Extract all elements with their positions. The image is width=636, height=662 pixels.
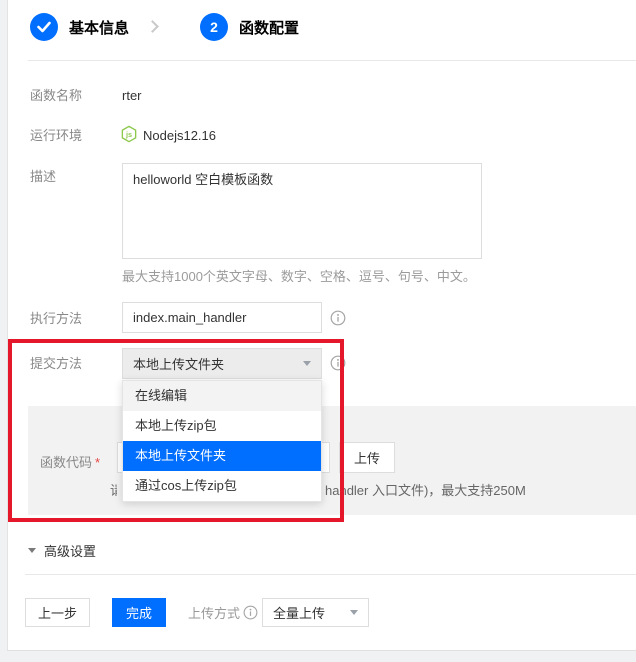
function-code-label: 函数代码*: [40, 455, 100, 471]
upload-mode-select[interactable]: 全量上传: [262, 598, 369, 627]
upload-mode-label: 上传方式: [188, 603, 240, 622]
function-code-section: 函数代码* 上传 请 handler 入口文件)，最大支持250M: [28, 406, 636, 515]
stepper-step-basic-info[interactable]: 基本信息: [30, 13, 129, 41]
code-hint-fragment: 请: [110, 480, 117, 496]
footer-divider: [25, 574, 636, 575]
description-textarea[interactable]: helloworld 空白模板函数: [122, 163, 482, 259]
description-hint: 最大支持1000个英文字母、数字、空格、逗号、句号、中文。: [122, 269, 476, 285]
submit-method-dropdown: 在线编辑 本地上传zip包 本地上传文件夹 通过cos上传zip包: [122, 380, 322, 502]
step2-label: 函数配置: [239, 17, 299, 38]
handler-label: 执行方法: [30, 310, 82, 328]
finish-button[interactable]: 完成: [112, 598, 166, 627]
submit-method-selected-value: 本地上传文件夹: [133, 354, 303, 373]
upload-mode-selected-value: 全量上传: [273, 603, 350, 622]
dropdown-option-local-folder[interactable]: 本地上传文件夹: [123, 441, 321, 471]
stepper-step-function-config[interactable]: 2 函数配置: [200, 13, 299, 41]
submit-method-info-icon[interactable]: [330, 355, 346, 376]
function-config-page: 基本信息 2 函数配置 函数名称 rter 运行环境 js Nodejs12.1…: [0, 0, 636, 662]
submit-method-label: 提交方法: [30, 355, 82, 373]
nodejs-icon: js: [120, 125, 138, 148]
svg-text:js: js: [125, 130, 132, 139]
step2-number-badge: 2: [200, 13, 228, 41]
function-name-label: 函数名称: [30, 87, 82, 105]
upload-button[interactable]: 上传: [339, 442, 395, 473]
dropdown-option-online-edit[interactable]: 在线编辑: [123, 381, 321, 411]
caret-down-icon: [350, 610, 358, 615]
step-complete-check-icon: [30, 13, 58, 41]
upload-mode-info-icon[interactable]: [243, 605, 258, 620]
dropdown-option-cos-zip[interactable]: 通过cos上传zip包: [123, 471, 321, 501]
runtime-value: Nodejs12.16: [143, 127, 216, 145]
upload-mode-group: 上传方式: [188, 598, 258, 627]
submit-method-select[interactable]: 本地上传文件夹: [122, 348, 322, 379]
advanced-settings-toggle[interactable]: 高级设置: [28, 541, 96, 560]
advanced-settings-label: 高级设置: [44, 541, 96, 560]
description-label: 描述: [30, 168, 56, 186]
dropdown-option-local-zip[interactable]: 本地上传zip包: [123, 411, 321, 441]
function-name-value: rter: [122, 87, 142, 105]
handler-input[interactable]: [122, 302, 322, 333]
triangle-down-icon: [28, 548, 36, 553]
code-hint-text: handler 入口文件)，最大支持250M: [325, 480, 526, 499]
handler-info-icon[interactable]: [330, 310, 346, 331]
required-asterisk: *: [95, 455, 100, 470]
stepper-divider: [28, 60, 636, 61]
runtime-label: 运行环境: [30, 127, 82, 145]
caret-down-icon: [303, 361, 311, 366]
previous-step-button[interactable]: 上一步: [25, 598, 90, 627]
step1-label: 基本信息: [69, 17, 129, 38]
